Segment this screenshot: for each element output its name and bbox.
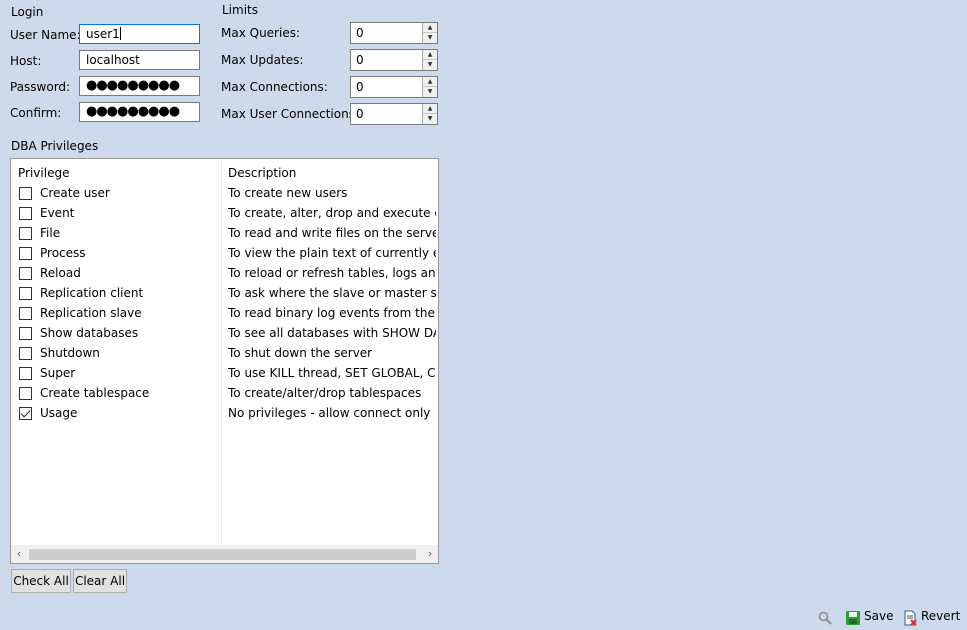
max-connections-label: Max Connections: — [221, 80, 328, 94]
scroll-right-icon[interactable]: › — [423, 547, 437, 560]
privilege-row[interactable]: Usage No privileges - allow connect only — [11, 404, 438, 424]
host-label: Host: — [10, 54, 42, 68]
privilege-description: To ask where the slave or master serv... — [228, 286, 436, 300]
privilege-description: To create new users — [228, 186, 348, 200]
clear-all-button[interactable]: Clear All — [73, 569, 127, 593]
privilege-row[interactable]: Replication slave To read binary log even… — [11, 304, 438, 324]
user-name-label: User Name: — [10, 28, 81, 42]
limits-section-title: Limits — [222, 3, 258, 17]
privilege-checkbox[interactable] — [19, 187, 32, 200]
privilege-description: To shut down the server — [228, 346, 373, 360]
privilege-description: To create/alter/drop tablespaces — [228, 386, 422, 400]
privilege-name: Reload — [40, 266, 81, 280]
privileges-list[interactable]: Privilege Description Create user To crea… — [10, 158, 439, 564]
privilege-row[interactable]: Reload To reload or refresh tables, logs … — [11, 264, 438, 284]
max-queries-spinner[interactable]: 0 ▲ ▼ — [350, 22, 438, 44]
privilege-name: Replication slave — [40, 306, 142, 320]
privilege-name: Shutdown — [40, 346, 100, 360]
max-updates-spinner[interactable]: 0 ▲ ▼ — [350, 49, 438, 71]
password-label: Password: — [10, 80, 71, 94]
privilege-row[interactable]: Event To create, alter, drop and execute … — [11, 204, 438, 224]
privilege-name: Create tablespace — [40, 386, 150, 400]
privilege-description: To use KILL thread, SET GLOBAL, CH... — [228, 366, 436, 380]
confirm-label: Confirm: — [10, 106, 62, 120]
revert-button[interactable]: Revert — [921, 609, 960, 623]
dba-privileges-title: DBA Privileges — [11, 139, 99, 153]
privilege-checkbox[interactable] — [19, 307, 32, 320]
privilege-checkbox[interactable] — [19, 247, 32, 260]
search-icon[interactable] — [817, 610, 833, 626]
max-user-connections-value: 0 — [356, 107, 364, 121]
password-input[interactable]: ●●●●●●●●● — [79, 76, 200, 96]
privilege-description: To read binary log events from the m... — [228, 306, 436, 320]
check-all-button[interactable]: Check All — [11, 569, 71, 593]
spin-up-icon[interactable]: ▲ — [423, 77, 437, 87]
privilege-row[interactable]: Replication client To ask where the slave… — [11, 284, 438, 304]
max-updates-value: 0 — [356, 53, 364, 67]
max-connections-spinner[interactable]: 0 ▲ ▼ — [350, 76, 438, 98]
spin-down-icon[interactable]: ▼ — [423, 60, 437, 70]
user-name-value: user1 — [86, 27, 120, 41]
save-button[interactable]: Save — [864, 609, 893, 623]
privilege-checkbox[interactable] — [19, 407, 32, 420]
privilege-column-header[interactable]: Privilege — [18, 166, 69, 180]
privilege-name: Create user — [40, 186, 110, 200]
spin-up-icon[interactable]: ▲ — [423, 104, 437, 114]
privilege-name: Event — [40, 206, 75, 220]
privilege-checkbox[interactable] — [19, 267, 32, 280]
privilege-checkbox[interactable] — [19, 287, 32, 300]
privilege-row[interactable]: File To read and write files on the serve… — [11, 224, 438, 244]
privilege-row[interactable]: Process To view the plain text of current… — [11, 244, 438, 264]
privilege-row[interactable]: Super To use KILL thread, SET GLOBAL, CH.… — [11, 364, 438, 384]
privilege-name: Show databases — [40, 326, 139, 340]
privilege-row[interactable]: Create tablespace To create/alter/drop ta… — [11, 384, 438, 404]
privilege-checkbox[interactable] — [19, 347, 32, 360]
privilege-checkbox[interactable] — [19, 227, 32, 240]
privilege-name: File — [40, 226, 61, 240]
max-updates-label: Max Updates: — [221, 53, 304, 67]
host-input[interactable]: localhost — [79, 50, 200, 70]
scroll-left-icon[interactable]: ‹ — [12, 547, 26, 560]
horizontal-scrollbar[interactable]: ‹ › — [11, 545, 438, 563]
privilege-description: To reload or refresh tables, logs and ..… — [228, 266, 436, 280]
privilege-checkbox[interactable] — [19, 207, 32, 220]
max-user-connections-spinner[interactable]: 0 ▲ ▼ — [350, 103, 438, 125]
spin-down-icon[interactable]: ▼ — [423, 87, 437, 97]
login-section-title: Login — [11, 5, 44, 19]
privilege-row[interactable]: Shutdown To shut down the server — [11, 344, 438, 364]
spin-down-icon[interactable]: ▼ — [423, 33, 437, 43]
confirm-password-input[interactable]: ●●●●●●●●● — [79, 102, 200, 122]
privilege-row[interactable]: Create user To create new users — [11, 184, 438, 204]
privilege-description: No privileges - allow connect only — [228, 406, 431, 420]
privilege-checkbox[interactable] — [19, 367, 32, 380]
privilege-name: Replication client — [40, 286, 144, 300]
spin-up-icon[interactable]: ▲ — [423, 50, 437, 60]
max-user-connections-label: Max User Connections: — [221, 107, 359, 121]
privilege-name: Usage — [40, 406, 78, 420]
revert-icon[interactable] — [902, 610, 918, 626]
max-queries-value: 0 — [356, 26, 364, 40]
user-name-input[interactable]: user1 — [79, 24, 200, 44]
text-caret — [119, 27, 121, 40]
spin-up-icon[interactable]: ▲ — [423, 23, 437, 33]
privilege-description: To see all databases with SHOW DAT... — [228, 326, 436, 340]
save-icon[interactable] — [845, 610, 861, 626]
privilege-description: To read and write files on the server — [228, 226, 436, 240]
description-column-header[interactable]: Description — [228, 166, 296, 180]
privilege-checkbox[interactable] — [19, 387, 32, 400]
spin-down-icon[interactable]: ▼ — [423, 114, 437, 124]
privilege-name: Super — [40, 366, 76, 380]
scrollbar-thumb[interactable] — [29, 549, 416, 560]
max-connections-value: 0 — [356, 80, 364, 94]
privilege-description: To create, alter, drop and execute eve..… — [228, 206, 436, 220]
privilege-description: To view the plain text of currently exe.… — [228, 246, 436, 260]
privilege-row[interactable]: Show databases To see all databases with … — [11, 324, 438, 344]
privilege-name: Process — [40, 246, 86, 260]
max-queries-label: Max Queries: — [221, 26, 301, 40]
privilege-checkbox[interactable] — [19, 327, 32, 340]
